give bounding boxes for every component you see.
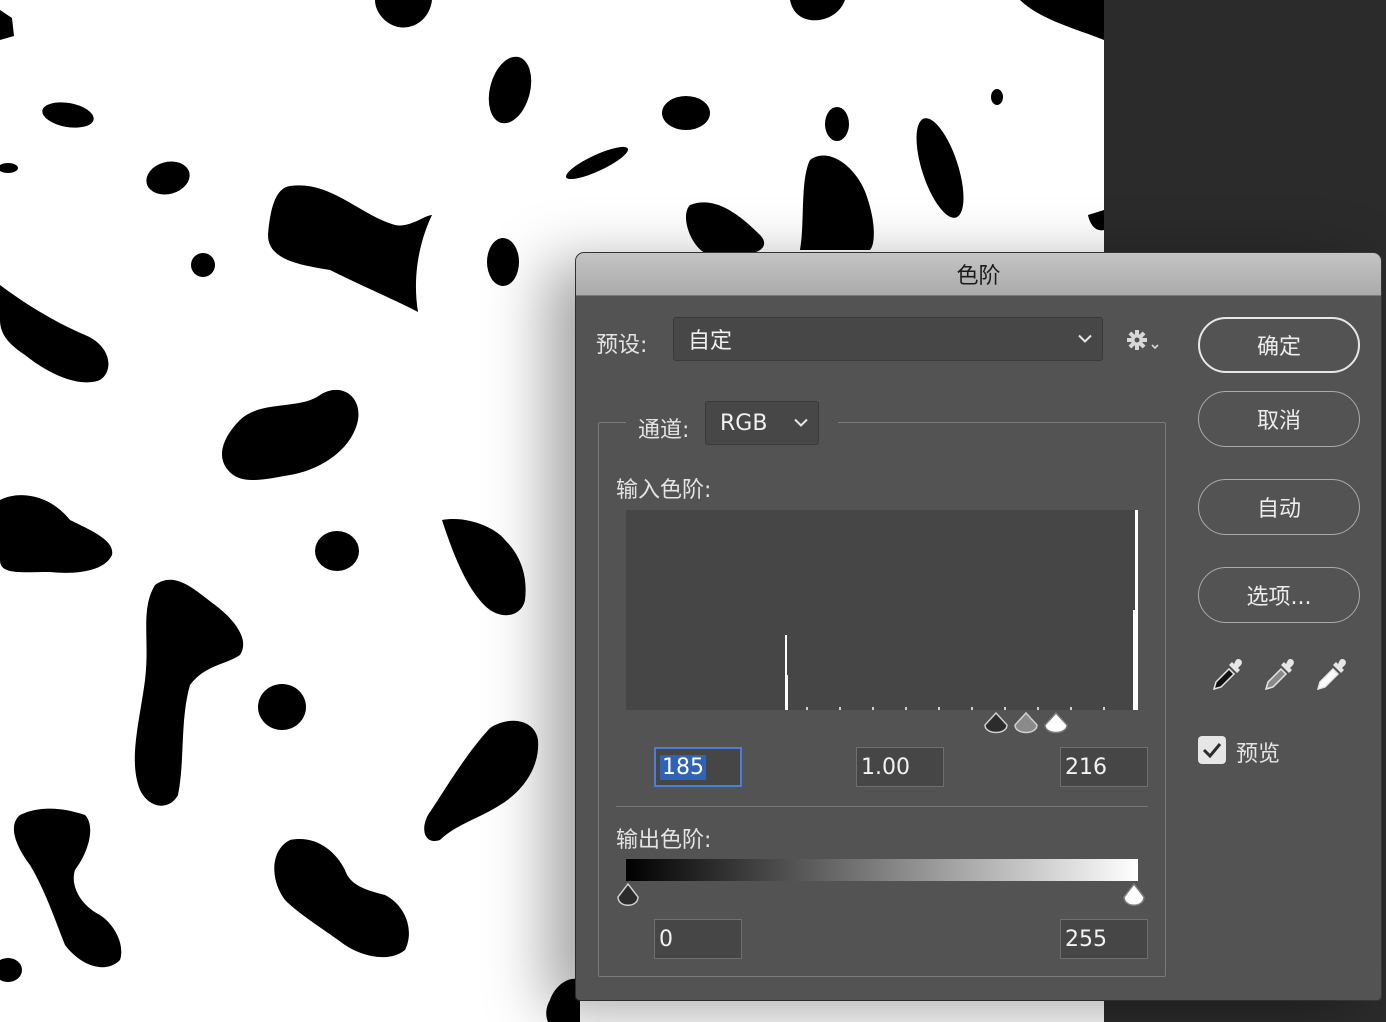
preview-label: 预览 [1236,742,1281,767]
input-gamma-slider[interactable] [1014,711,1038,734]
preset-value: 自定 [688,329,733,354]
gray-eyedropper-icon[interactable] [1260,655,1300,695]
input-black-value: 185 [660,754,706,780]
ok-button-label: 确定 [1256,335,1301,360]
output-black-slider[interactable] [617,882,639,906]
preview-checkbox[interactable] [1198,736,1226,764]
levels-dialog: 色阶 预设: 自定 通道: RGB 输入色阶: 185 1.00 216 输出色… [576,253,1381,1000]
input-black-field[interactable]: 185 [654,747,742,787]
input-slider-track[interactable] [626,711,1138,737]
chevron-down-icon [794,418,808,427]
checkmark-icon [1202,743,1222,758]
histogram [626,510,1138,710]
channel-value: RGB [720,410,768,436]
preset-dropdown[interactable]: 自定 [673,317,1103,361]
input-white-field[interactable]: 216 [1060,747,1148,787]
input-black-slider[interactable] [984,711,1008,734]
white-eyedropper-icon[interactable] [1312,655,1352,695]
channel-label: 通道: [638,418,690,443]
channel-dropdown[interactable]: RGB [705,401,819,445]
options-button-label: 选项... [1246,585,1312,610]
output-black-field[interactable]: 0 [654,919,742,959]
dialog-title: 色阶 [956,264,1001,289]
cancel-button-label: 取消 [1256,409,1301,434]
histogram-graph [785,510,1138,710]
input-gamma-field[interactable]: 1.00 [856,747,944,787]
dialog-titlebar[interactable]: 色阶 [576,253,1381,296]
cancel-button[interactable]: 取消 [1198,391,1360,447]
input-levels-label: 输入色阶: [616,478,712,503]
black-eyedropper-icon[interactable] [1208,655,1248,695]
options-button[interactable]: 选项... [1198,567,1360,623]
auto-button-label: 自动 [1256,497,1301,522]
auto-button[interactable]: 自动 [1198,479,1360,535]
input-gamma-value: 1.00 [861,754,910,780]
gear-icon[interactable] [1124,327,1160,355]
section-divider [616,806,1148,807]
output-white-field[interactable]: 255 [1060,919,1148,959]
output-black-value: 0 [659,926,673,952]
output-levels-label: 输出色阶: [616,828,712,853]
input-white-slider[interactable] [1044,711,1068,734]
input-white-value: 216 [1065,754,1107,780]
chevron-down-icon [1078,334,1092,343]
output-slider-track[interactable] [616,881,1156,911]
output-white-value: 255 [1065,926,1107,952]
ok-button[interactable]: 确定 [1198,317,1360,373]
output-gradient-bar [626,859,1138,881]
preset-label: 预设: [596,333,648,358]
output-white-slider[interactable] [1123,882,1145,906]
